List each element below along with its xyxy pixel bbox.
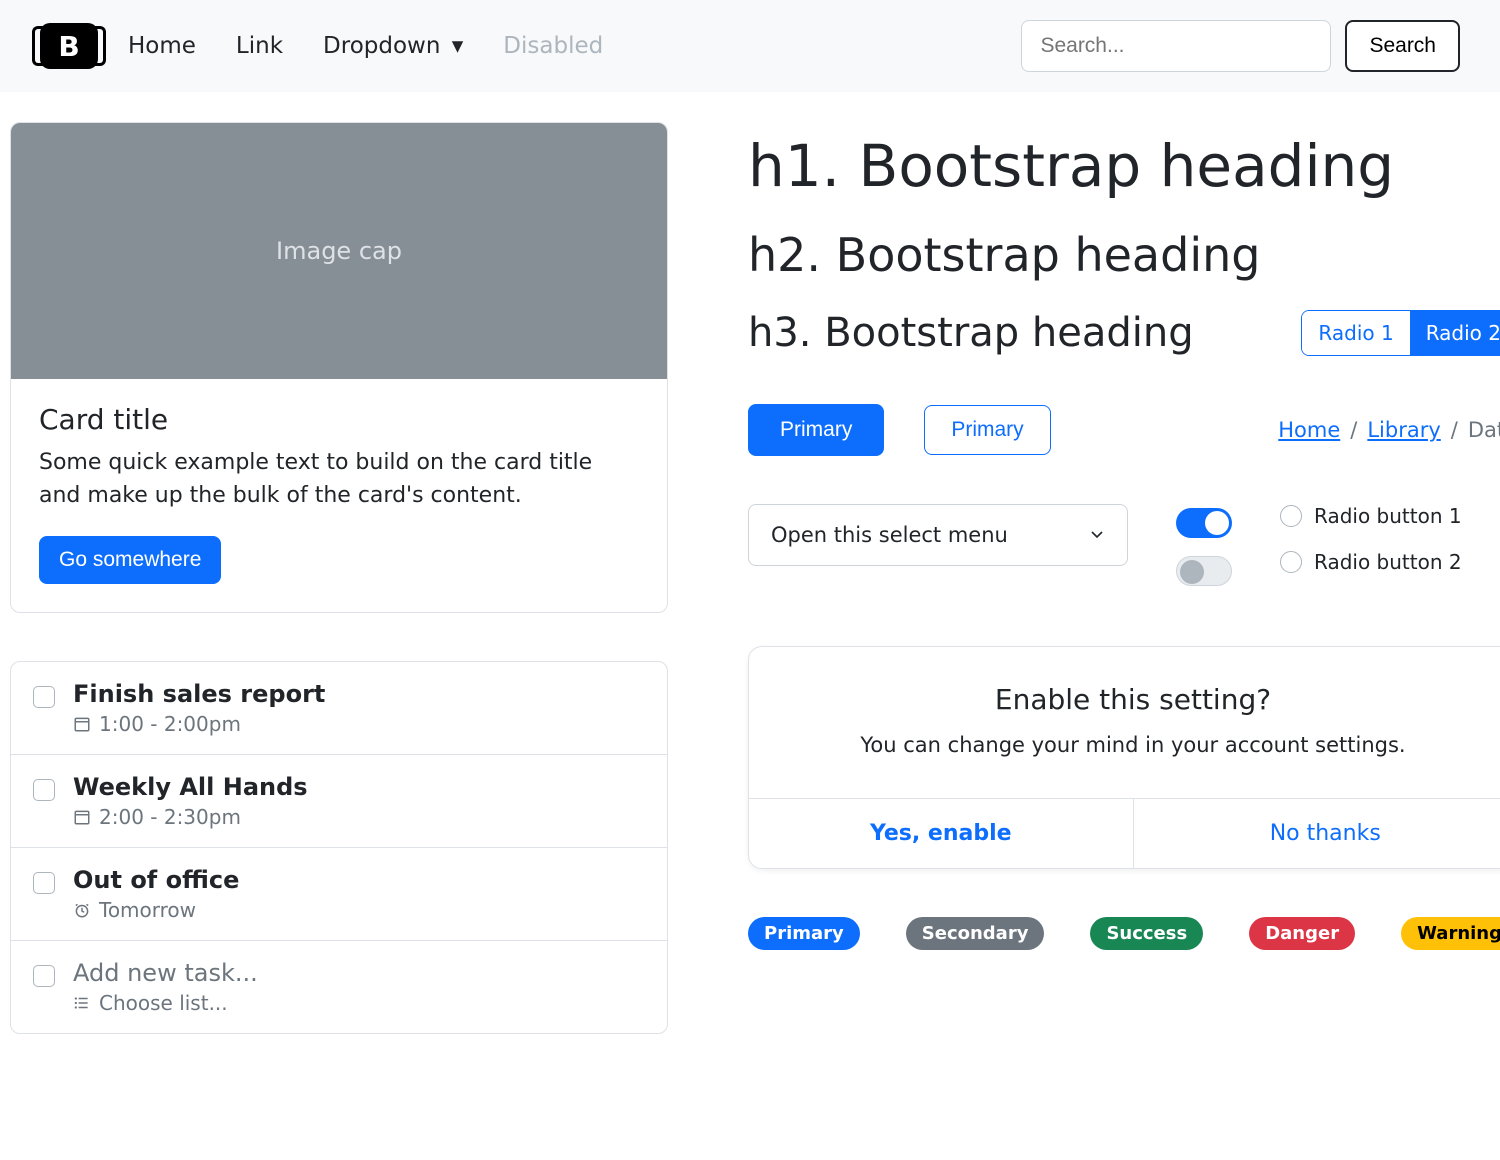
primary-button[interactable]: Primary — [748, 404, 884, 456]
confirm-title: Enable this setting? — [789, 683, 1477, 716]
nav-home[interactable]: Home — [128, 33, 196, 59]
badge-danger: Danger — [1249, 917, 1355, 950]
badges-row: Primary Secondary Success Danger Warning — [748, 917, 1500, 950]
task-title: Weekly All Hands — [73, 773, 308, 801]
radio-toggle-group: Radio 1 Radio 2 — [1301, 310, 1500, 356]
confirm-yes-button[interactable]: Yes, enable — [749, 799, 1134, 868]
confirm-no-button[interactable]: No thanks — [1134, 799, 1500, 868]
badge-secondary: Secondary — [906, 917, 1045, 950]
card-title: Card title — [39, 403, 639, 436]
task-meta: Tomorrow — [73, 898, 239, 922]
radio-2[interactable]: Radio 2 — [1410, 311, 1500, 355]
task-list: Finish sales report 1:00 - 2:00pm Weekly… — [10, 661, 668, 1034]
task-row[interactable]: Add new task... Choose list... — [11, 941, 667, 1033]
chevron-down-icon — [1089, 523, 1105, 547]
caret-down-icon: ▾ — [452, 33, 464, 59]
nav-dropdown[interactable]: Dropdown ▾ — [323, 33, 463, 59]
radio-option-2[interactable]: Radio button 2 — [1280, 550, 1462, 574]
confirm-text: You can change your mind in your account… — [789, 730, 1477, 762]
confirm-card: Enable this setting? You can change your… — [748, 646, 1500, 869]
example-card: Image cap Card title Some quick example … — [10, 122, 668, 613]
primary-outline-button[interactable]: Primary — [924, 405, 1050, 455]
badge-success: Success — [1090, 917, 1203, 950]
search-button[interactable]: Search — [1345, 20, 1460, 72]
heading-h3: h3. Bootstrap heading — [748, 310, 1194, 356]
heading-h1: h1. Bootstrap heading — [748, 132, 1500, 200]
calendar-icon — [73, 808, 91, 826]
select-label: Open this select menu — [771, 523, 1008, 547]
radio-icon — [1280, 505, 1302, 527]
card-text: Some quick example text to build on the … — [39, 446, 639, 512]
radio-1[interactable]: Radio 1 — [1302, 311, 1409, 355]
nav-dropdown-label: Dropdown — [323, 33, 440, 59]
search-input[interactable] — [1021, 20, 1331, 72]
task-checkbox[interactable] — [33, 872, 55, 894]
task-meta: 2:00 - 2:30pm — [73, 805, 308, 829]
search-group: Search — [1021, 20, 1460, 72]
task-checkbox[interactable] — [33, 965, 55, 987]
nav-disabled: Disabled — [503, 33, 603, 59]
nav-links: Home Link Dropdown ▾ Disabled — [128, 33, 991, 59]
task-meta: Choose list... — [73, 991, 258, 1015]
card-image-cap: Image cap — [11, 123, 667, 379]
breadcrumb: Home / Library / Data — [1278, 418, 1500, 442]
badge-warning: Warning — [1401, 917, 1500, 950]
switch-off[interactable] — [1176, 556, 1232, 586]
switch-on[interactable] — [1176, 508, 1232, 538]
nav-link[interactable]: Link — [236, 33, 283, 59]
clock-icon — [73, 901, 91, 919]
select-menu[interactable]: Open this select menu — [748, 504, 1128, 566]
navbar: B Home Link Dropdown ▾ Disabled Search — [0, 0, 1500, 92]
task-title: Finish sales report — [73, 680, 325, 708]
task-row[interactable]: Out of office Tomorrow — [11, 848, 667, 941]
calendar-icon — [73, 715, 91, 733]
task-checkbox[interactable] — [33, 686, 55, 708]
breadcrumb-library[interactable]: Library — [1367, 418, 1440, 442]
task-title: Add new task... — [73, 959, 258, 987]
task-row[interactable]: Finish sales report 1:00 - 2:00pm — [11, 662, 667, 755]
badge-primary: Primary — [748, 917, 860, 950]
radio-icon — [1280, 551, 1302, 573]
breadcrumb-home[interactable]: Home — [1278, 418, 1340, 442]
task-title: Out of office — [73, 866, 239, 894]
bootstrap-logo: B — [40, 23, 98, 69]
radio-label: Radio button 1 — [1314, 504, 1462, 528]
task-row[interactable]: Weekly All Hands 2:00 - 2:30pm — [11, 755, 667, 848]
task-meta: 1:00 - 2:00pm — [73, 712, 325, 736]
heading-h2: h2. Bootstrap heading — [748, 228, 1500, 282]
go-somewhere-button[interactable]: Go somewhere — [39, 536, 221, 584]
list-icon — [73, 994, 91, 1012]
breadcrumb-current: Data — [1468, 418, 1500, 442]
radio-label: Radio button 2 — [1314, 550, 1462, 574]
task-checkbox[interactable] — [33, 779, 55, 801]
radio-option-1[interactable]: Radio button 1 — [1280, 504, 1462, 528]
